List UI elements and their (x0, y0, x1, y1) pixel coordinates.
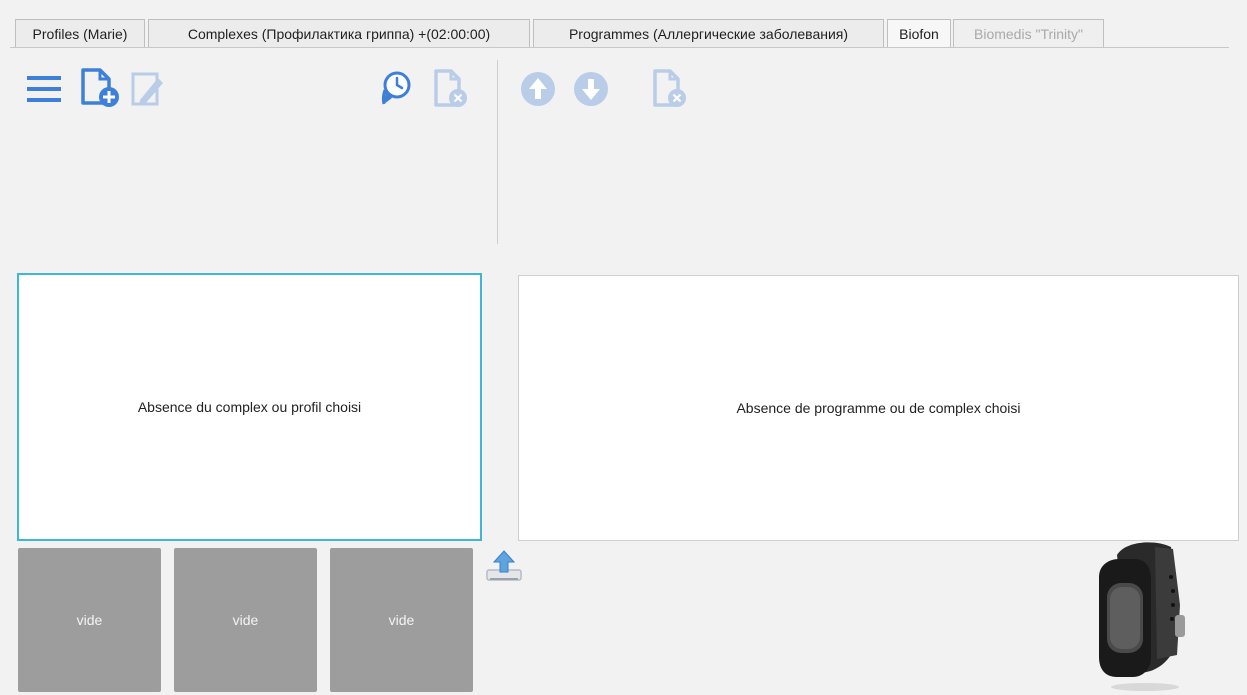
complex-list-panel[interactable]: Absence du complex ou profil choisi (17, 273, 482, 541)
device-bracelet-icon (1099, 542, 1185, 691)
tab-bar: Profiles (Marie) Complexes (Профилактика… (0, 0, 1247, 48)
empty-program-message: Absence de programme ou de complex chois… (736, 400, 1021, 416)
add-file-icon[interactable] (78, 67, 122, 109)
delete-file-icon[interactable] (431, 68, 471, 110)
tab-biomedis-trinity: Biomedis "Trinity" (953, 19, 1104, 47)
empty-complex-message: Absence du complex ou profil choisi (137, 399, 362, 415)
program-list-panel[interactable]: Absence de programme ou de complex chois… (518, 275, 1239, 541)
tab-divider (10, 47, 1229, 48)
slot-label: vide (76, 612, 103, 628)
timer-icon[interactable] (372, 68, 414, 110)
tab-complexes[interactable]: Complexes (Профилактика гриппа) +(02:00:… (148, 19, 530, 47)
arrow-up-icon[interactable] (519, 70, 557, 108)
slot-2[interactable]: vide (174, 548, 317, 692)
arrow-down-icon[interactable] (572, 70, 610, 108)
edit-icon[interactable] (130, 70, 166, 108)
upload-icon[interactable] (484, 548, 524, 584)
slot-1[interactable]: vide (18, 548, 161, 692)
delete-file-icon[interactable] (650, 68, 690, 110)
tab-profiles[interactable]: Profiles (Marie) (15, 19, 145, 47)
tab-biofon[interactable]: Biofon (887, 19, 951, 48)
toolbar-divider (497, 60, 498, 244)
tab-programmes[interactable]: Programmes (Аллергические заболевания) (533, 19, 884, 47)
menu-icon[interactable] (26, 73, 62, 105)
slot-label: vide (232, 612, 259, 628)
slot-3[interactable]: vide (330, 548, 473, 692)
slot-label: vide (388, 612, 415, 628)
